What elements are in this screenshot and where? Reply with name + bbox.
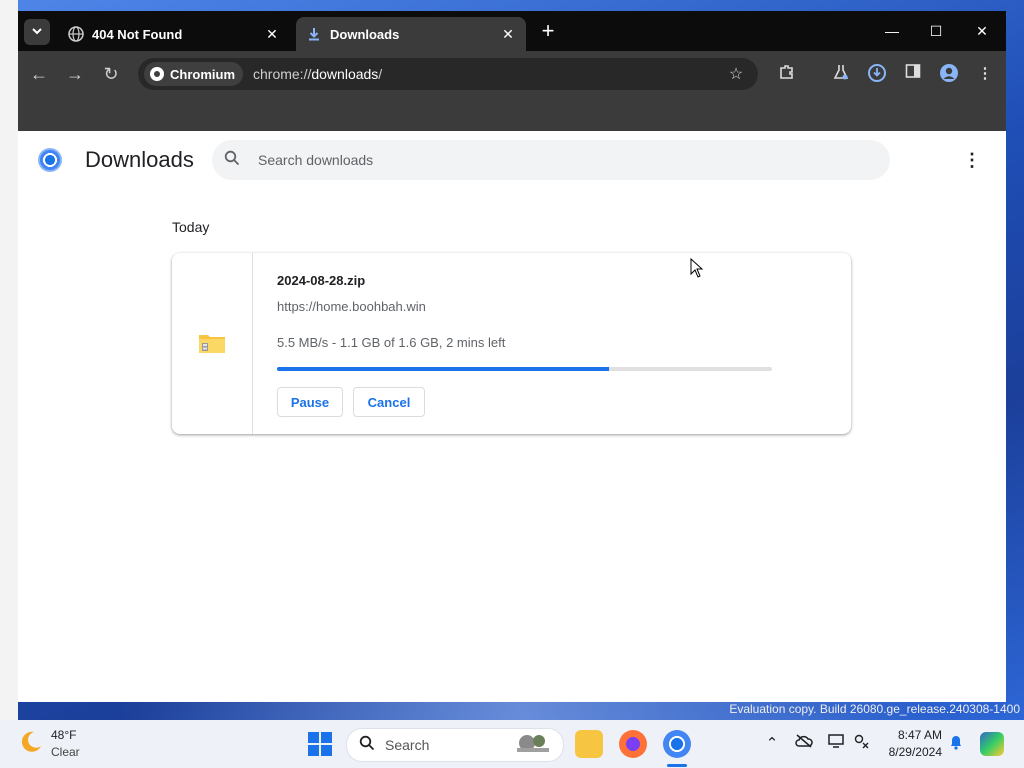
chromium-taskbar-icon[interactable] bbox=[663, 730, 691, 758]
toolbar-bottom-band bbox=[18, 97, 1006, 131]
file-name-link[interactable]: 2024-08-28.zip bbox=[277, 273, 365, 288]
clock-date[interactable]: 8/29/2024 bbox=[870, 745, 942, 759]
tab-404-not-found[interactable]: 404 Not Found ✕ bbox=[58, 17, 290, 51]
chromium-logo-icon bbox=[38, 148, 62, 172]
desktop-icons-strip bbox=[0, 0, 18, 720]
profile-avatar-icon[interactable] bbox=[938, 63, 960, 85]
bookmark-star-icon[interactable]: ☆ bbox=[724, 64, 748, 84]
taskbar-search-label: Search bbox=[385, 737, 430, 753]
reload-icon[interactable]: ↻ bbox=[100, 63, 122, 85]
search-icon bbox=[359, 735, 375, 756]
downloads-page: Downloads ⋮ Today 2024-08-28.zip https:/… bbox=[18, 131, 1006, 702]
maximize-button[interactable]: ☐ bbox=[918, 17, 954, 45]
download-item-card: 2024-08-28.zip https://home.boohbah.win … bbox=[172, 253, 851, 434]
firefox-icon[interactable] bbox=[619, 730, 647, 758]
clock-time[interactable]: 8:47 AM bbox=[880, 728, 942, 742]
tab-title: 404 Not Found bbox=[92, 26, 183, 42]
tab-search-button[interactable] bbox=[24, 19, 50, 45]
url-host: downloads bbox=[311, 66, 379, 82]
search-downloads-box[interactable] bbox=[212, 140, 890, 180]
chevron-up-icon[interactable]: ⌃ bbox=[762, 734, 782, 752]
file-icon-column bbox=[172, 253, 253, 434]
extensions-puzzle-icon[interactable] bbox=[776, 63, 798, 85]
download-progress-icon[interactable] bbox=[866, 63, 888, 85]
cancel-button[interactable]: Cancel bbox=[353, 387, 425, 417]
side-panel-icon[interactable] bbox=[902, 63, 924, 85]
taskbar-search-box[interactable]: Search bbox=[346, 728, 564, 762]
onedrive-offline-icon[interactable] bbox=[794, 734, 814, 752]
source-url-link[interactable]: https://home.boohbah.win bbox=[277, 299, 426, 314]
back-arrow-icon[interactable]: ← bbox=[28, 63, 50, 85]
chip-label: Chromium bbox=[170, 66, 235, 82]
url-text[interactable]: chrome://downloads/ bbox=[253, 66, 724, 82]
taskbar: 48°F Clear Search ⌃ 8:47 AM 8/29/2024 bbox=[0, 720, 1024, 768]
download-progress-fill bbox=[277, 367, 609, 371]
download-icon bbox=[306, 26, 322, 42]
display-icon[interactable] bbox=[826, 734, 846, 752]
more-actions-icon[interactable]: ⋮ bbox=[962, 149, 982, 171]
copilot-pre-icon[interactable] bbox=[980, 732, 1004, 756]
new-tab-button[interactable]: + bbox=[536, 20, 560, 44]
pause-button[interactable]: Pause bbox=[277, 387, 343, 417]
menu-kebab-icon[interactable]: ⋮ bbox=[974, 63, 996, 85]
mouse-cursor-icon bbox=[690, 257, 704, 283]
page-title: Downloads bbox=[85, 147, 194, 172]
network-status-icon[interactable] bbox=[852, 734, 872, 754]
tab-downloads[interactable]: Downloads ✕ bbox=[296, 17, 526, 51]
close-window-button[interactable]: ✕ bbox=[964, 17, 1000, 45]
zip-folder-icon bbox=[198, 331, 226, 355]
file-explorer-icon[interactable] bbox=[575, 730, 603, 758]
active-app-indicator bbox=[667, 764, 687, 767]
start-windows-icon[interactable] bbox=[308, 732, 332, 756]
moon-weather-icon[interactable] bbox=[18, 729, 44, 755]
evaluation-watermark: Evaluation copy. Build 26080.ge_release.… bbox=[729, 702, 1020, 716]
forward-arrow-icon[interactable]: → bbox=[64, 63, 86, 85]
close-tab-icon[interactable]: ✕ bbox=[498, 26, 518, 43]
weather-condition[interactable]: Clear bbox=[51, 745, 80, 759]
tab-strip: 404 Not Found ✕ Downloads ✕ + — ☐ ✕ bbox=[18, 11, 1006, 51]
minimize-button[interactable]: — bbox=[874, 17, 910, 45]
url-scheme: chrome:// bbox=[253, 66, 312, 82]
browser-toolbar: ← → ↻ Chromium chrome://downloads/ ☆ ⋮ bbox=[18, 51, 1006, 97]
browser-window: 404 Not Found ✕ Downloads ✕ + — ☐ ✕ ← → … bbox=[18, 11, 1006, 702]
close-tab-icon[interactable]: ✕ bbox=[262, 26, 282, 43]
download-status-text: 5.5 MB/s - 1.1 GB of 1.6 GB, 2 mins left bbox=[277, 335, 506, 350]
site-info-chip[interactable]: Chromium bbox=[144, 62, 243, 86]
chevron-down-icon bbox=[31, 25, 43, 40]
search-highlight-image-icon bbox=[513, 731, 553, 760]
download-progress-bar bbox=[277, 367, 772, 371]
search-input[interactable] bbox=[256, 151, 860, 169]
tab-title: Downloads bbox=[330, 26, 400, 42]
labs-flask-icon[interactable] bbox=[830, 63, 852, 85]
date-section-label: Today bbox=[172, 219, 210, 235]
weather-temperature[interactable]: 48°F bbox=[51, 728, 76, 742]
notification-bell-icon[interactable] bbox=[946, 734, 966, 754]
url-path: / bbox=[378, 66, 383, 82]
search-icon bbox=[224, 150, 244, 171]
chromium-logo-icon bbox=[150, 67, 164, 81]
globe-icon bbox=[68, 26, 84, 42]
address-bar[interactable]: Chromium chrome://downloads/ ☆ bbox=[138, 58, 758, 90]
